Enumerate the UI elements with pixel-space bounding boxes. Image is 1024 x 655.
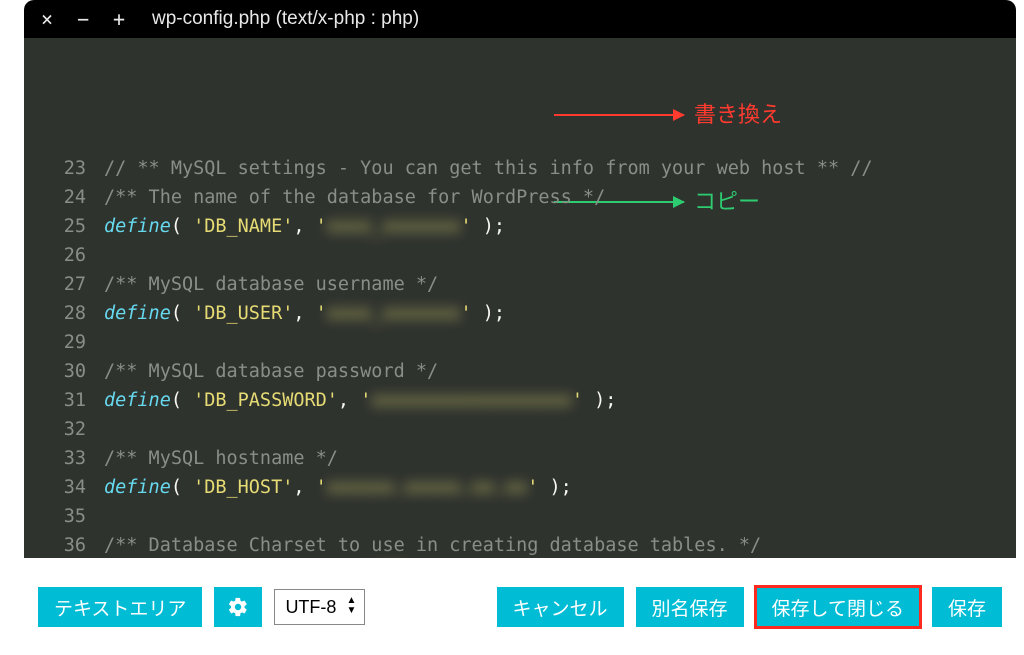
code-editor[interactable]: 書き換え コピー 23// ** MySQL settings - You ca… (24, 38, 1016, 558)
save-and-close-button[interactable]: 保存して閉じる (756, 587, 920, 627)
code-line[interactable]: 30/** MySQL database password */ (24, 357, 1016, 386)
code-line[interactable]: 34define( 'DB_HOST', 'xxxxxx.xxxxx.xx.xx… (24, 473, 1016, 502)
caret-icon: ▲▼ (347, 596, 357, 616)
code-content: define( 'DB_PASSWORD', 'xxxxxxxxxxxxxxxx… (104, 386, 1016, 415)
line-number: 30 (24, 357, 104, 386)
save-as-button[interactable]: 別名保存 (636, 587, 744, 627)
code-content: /** Database Charset to use in creating … (104, 531, 1016, 558)
line-number: 24 (24, 183, 104, 212)
code-content: define( 'DB_NAME', 'xxxx_xxxxxxx' ); (104, 212, 1016, 241)
code-line[interactable]: 35 (24, 502, 1016, 531)
code-content: define( 'DB_USER', 'xxxx_xxxxxxx' ); (104, 299, 1016, 328)
code-content: /** MySQL hostname */ (104, 444, 1016, 473)
code-content: // ** MySQL settings - You can get this … (104, 154, 1016, 183)
line-number: 28 (24, 299, 104, 328)
line-number: 27 (24, 270, 104, 299)
code-content: define( 'DB_HOST', 'xxxxxx.xxxxx.xx.xx' … (104, 473, 1016, 502)
code-line[interactable]: 32 (24, 415, 1016, 444)
gear-icon (227, 596, 249, 618)
code-line[interactable]: 31define( 'DB_PASSWORD', 'xxxxxxxxxxxxxx… (24, 386, 1016, 415)
code-content: /** MySQL database username */ (104, 270, 1016, 299)
line-number: 23 (24, 154, 104, 183)
line-number: 36 (24, 531, 104, 558)
encoding-select[interactable]: UTF-8 ▲▼ (274, 589, 365, 625)
line-number: 33 (24, 444, 104, 473)
window-title: wp-config.php (text/x-php : php) (152, 8, 419, 30)
line-number: 32 (24, 415, 104, 444)
code-line[interactable]: 26 (24, 241, 1016, 270)
encoding-value: UTF-8 (285, 597, 336, 618)
line-number: 29 (24, 328, 104, 357)
code-line[interactable]: 28define( 'DB_USER', 'xxxx_xxxxxxx' ); (24, 299, 1016, 328)
code-content (104, 415, 1016, 444)
textarea-button[interactable]: テキストエリア (38, 587, 202, 627)
code-content (104, 502, 1016, 531)
new-tab-icon[interactable]: + (110, 10, 128, 28)
save-button[interactable]: 保存 (932, 587, 1002, 627)
minimize-icon[interactable]: − (74, 10, 92, 28)
cancel-button[interactable]: キャンセル (497, 587, 624, 627)
close-icon[interactable]: × (38, 10, 56, 28)
code-line[interactable]: 33/** MySQL hostname */ (24, 444, 1016, 473)
line-number: 31 (24, 386, 104, 415)
code-content: /** The name of the database for WordPre… (104, 183, 1016, 212)
settings-button[interactable] (214, 587, 262, 627)
line-number: 35 (24, 502, 104, 531)
code-content (104, 241, 1016, 270)
code-content: /** MySQL database password */ (104, 357, 1016, 386)
code-line[interactable]: 29 (24, 328, 1016, 357)
code-line[interactable]: 36/** Database Charset to use in creatin… (24, 531, 1016, 558)
line-number: 26 (24, 241, 104, 270)
code-line[interactable]: 23// ** MySQL settings - You can get thi… (24, 154, 1016, 183)
code-line[interactable]: 27/** MySQL database username */ (24, 270, 1016, 299)
code-line[interactable]: 24/** The name of the database for WordP… (24, 183, 1016, 212)
titlebar: × − + wp-config.php (text/x-php : php) (24, 0, 1016, 38)
line-number: 34 (24, 473, 104, 502)
line-number: 25 (24, 212, 104, 241)
code-line[interactable]: 25define( 'DB_NAME', 'xxxx_xxxxxxx' ); (24, 212, 1016, 241)
code-content (104, 328, 1016, 357)
annotation-rewrite: 書き換え (554, 100, 782, 129)
toolbar: テキストエリア UTF-8 ▲▼ キャンセル 別名保存 保存して閉じる 保存 (24, 577, 1016, 637)
